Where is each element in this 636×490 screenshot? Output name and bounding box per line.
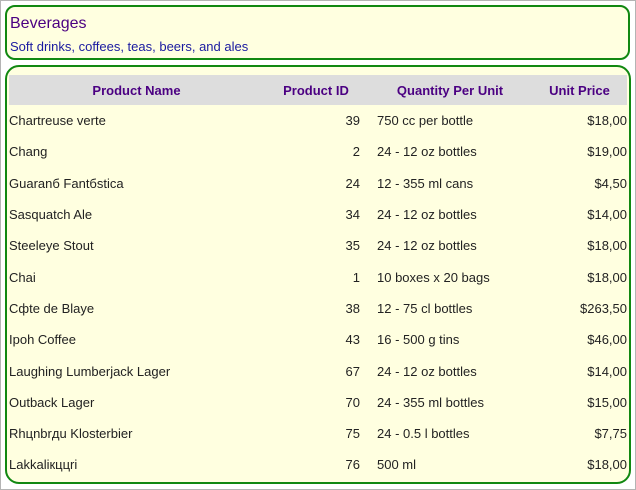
product-name-cell: Chartreuse verte: [9, 113, 106, 129]
unit-price-cell: $18,00: [587, 113, 627, 129]
unit-price-cell: $7,75: [594, 426, 627, 442]
category-header-panel: Beverages Soft drinks, coffees, teas, be…: [5, 5, 630, 60]
category-description: Soft drinks, coffees, teas, beers, and a…: [10, 39, 249, 54]
quantity-per-unit-cell: 12 - 75 cl bottles: [377, 300, 473, 316]
unit-price-cell: $15,00: [587, 394, 627, 410]
product-name-cell: Sasquatch Ale: [9, 207, 93, 223]
unit-price-cell: $14,00: [587, 363, 627, 379]
product-name-cell: Cфte de Blaye: [9, 300, 95, 316]
table-row[interactable]: Steeleye Stout 35 24 - 12 oz bottles $18,00: [9, 230, 627, 261]
table-header-row: Product Name Product ID Quantity Per Uni…: [9, 75, 627, 105]
quantity-per-unit-cell: 24 - 355 ml bottles: [377, 394, 484, 410]
product-id-cell: 43: [345, 332, 360, 348]
product-id-cell: 38: [345, 300, 360, 316]
quantity-per-unit-cell: 24 - 12 oz bottles: [377, 238, 477, 254]
quantity-per-unit-cell: 12 - 355 ml cans: [377, 175, 474, 191]
product-name-cell: Steeleye Stout: [9, 238, 94, 254]
table-row[interactable]: Chai 1 10 boxes x 20 bags $18,00: [9, 261, 627, 292]
unit-price-cell: $18,00: [587, 457, 627, 473]
unit-price-cell: $18,00: [587, 269, 627, 285]
unit-price-cell: $46,00: [587, 332, 627, 348]
table-row[interactable]: Outback Lager 70 24 - 355 ml bottles $15,00: [9, 387, 627, 418]
table-row[interactable]: Sasquatch Ale 34 24 - 12 oz bottles $14,00: [9, 199, 627, 230]
products-panel: Product Name Product ID Quantity Per Uni…: [5, 65, 631, 484]
product-name-cell: Ipoh Coffee: [9, 332, 76, 348]
product-id-cell: 70: [345, 394, 360, 410]
quantity-per-unit-cell: 750 cc per bottle: [377, 113, 474, 129]
unit-price-cell: $19,00: [587, 144, 627, 160]
table-row[interactable]: Lakkaliкццri 76 500 ml $18,00: [9, 449, 627, 480]
table-row[interactable]: Chang 2 24 - 12 oz bottles $19,00: [9, 136, 627, 167]
column-header-product-id[interactable]: Product ID: [264, 75, 368, 105]
product-name-cell: Guaranб Fantбstica: [9, 175, 124, 191]
products-table: Product Name Product ID Quantity Per Uni…: [9, 75, 627, 481]
quantity-per-unit-cell: 24 - 12 oz bottles: [377, 363, 477, 379]
quantity-per-unit-cell: 24 - 12 oz bottles: [377, 207, 477, 223]
category-name: Beverages: [10, 15, 87, 32]
product-id-cell: 75: [345, 426, 360, 442]
unit-price-cell: $14,00: [587, 207, 627, 223]
product-id-cell: 24: [345, 175, 360, 191]
quantity-per-unit-cell: 10 boxes x 20 bags: [377, 269, 490, 285]
product-name-cell: Laughing Lumberjack Lager: [9, 363, 171, 379]
table-row[interactable]: Rhцnbrдu Klosterbier 75 24 - 0.5 l bottles…: [9, 418, 627, 449]
product-id-cell: 1: [352, 269, 360, 285]
table-row[interactable]: Cфte de Blaye 38 12 - 75 cl bottles $263,50: [9, 293, 627, 324]
product-id-cell: 39: [345, 113, 360, 129]
unit-price-cell: $18,00: [587, 238, 627, 254]
quantity-per-unit-cell: 24 - 0.5 l bottles: [377, 426, 470, 442]
product-name-cell: Chang: [9, 144, 48, 160]
product-id-cell: 2: [352, 144, 360, 160]
product-id-cell: 76: [345, 457, 360, 473]
unit-price-cell: $4,50: [594, 175, 627, 191]
table-row[interactable]: Laughing Lumberjack Lager 67 24 - 12 oz bo…: [9, 355, 627, 386]
table-row[interactable]: Ipoh Coffee 43 16 - 500 g tins $46,00: [9, 324, 627, 355]
product-id-cell: 35: [345, 238, 360, 254]
table-row[interactable]: Guaranб Fantбstica 24 12 - 355 ml cans $4,5…: [9, 168, 627, 199]
product-name-cell: Rhцnbrдu Klosterbier: [9, 426, 133, 442]
product-id-cell: 34: [345, 207, 360, 223]
column-header-quantity-per-unit[interactable]: Quantity Per Unit: [368, 75, 532, 105]
table-body: Chartreuse verte 39 750 cc per bottle $18,0…: [9, 105, 627, 481]
product-name-cell: Chai: [9, 269, 36, 285]
unit-price-cell: $263,50: [580, 300, 627, 316]
column-header-unit-price[interactable]: Unit Price: [532, 75, 627, 105]
column-header-product-name[interactable]: Product Name: [9, 75, 264, 105]
product-id-cell: 67: [345, 363, 360, 379]
quantity-per-unit-cell: 24 - 12 oz bottles: [377, 144, 477, 160]
table-row[interactable]: Chartreuse verte 39 750 cc per bottle $18,0…: [9, 105, 627, 136]
quantity-per-unit-cell: 500 ml: [377, 457, 417, 473]
product-name-cell: Lakkaliкццri: [9, 457, 78, 473]
quantity-per-unit-cell: 16 - 500 g tins: [377, 332, 460, 348]
product-name-cell: Outback Lager: [9, 394, 95, 410]
